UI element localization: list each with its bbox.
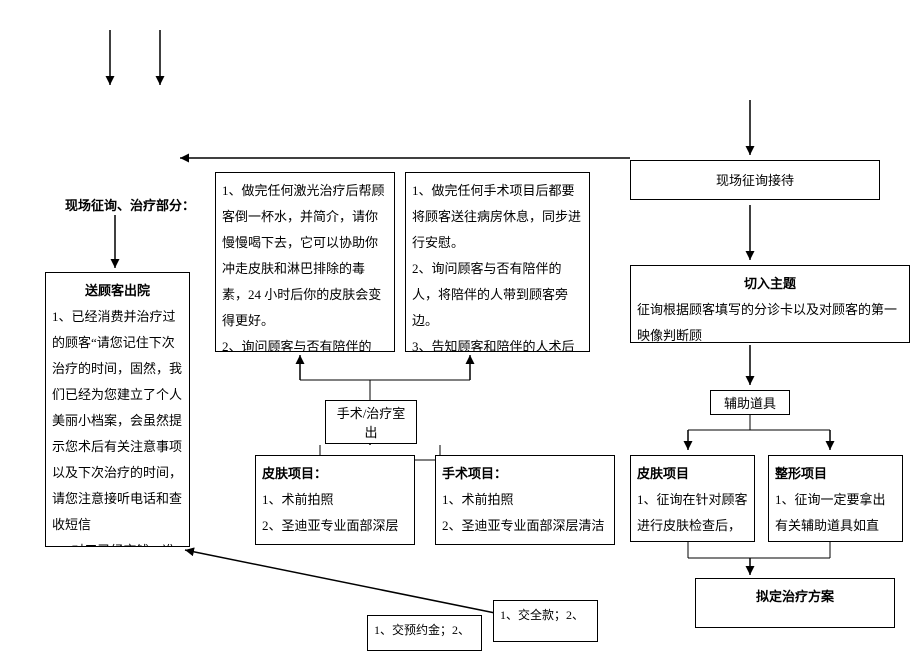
surgery-project-box: 手术项目： 1、术前拍照 2、圣迪亚专业面部深层清洁（面部手 [435, 455, 615, 545]
skin-project-l1: 1、术前拍照 [262, 487, 408, 513]
aux-tools-label: 辅助道具 [724, 396, 776, 411]
laser-text-2: 2、询问顾客与否有陪伴的人，将顾客带到陪伴的人旁边。 [222, 334, 388, 352]
skin-project2-box: 皮肤项目 1、征询在针对顾客进行皮肤检查后，一定要让顾客接受 [630, 455, 755, 542]
laser-aftercare-box: 1、做完任何激光治疗后帮顾客倒一杯水，并简介，请你慢慢喝下去，它可以协助你冲走皮… [215, 172, 395, 352]
skin-project2-title: 皮肤项目 [637, 461, 748, 487]
surgery-room-label-box: 手术/治疗室出 [325, 400, 417, 444]
topic-body: 征询根据顾客填写的分诊卡以及对顾客的第一映像判断顾 [637, 297, 903, 343]
discharge-title: 送顾客出院 [52, 278, 183, 304]
topic-box: 切入主题 征询根据顾客填写的分诊卡以及对顾客的第一映像判断顾 [630, 265, 910, 343]
pay-deposit-text: 1、交预约金；2、 [374, 623, 470, 637]
skin-project-box: 皮肤项目： 1、术前拍照 2、圣迪亚专业面部深层清洁 [255, 455, 415, 545]
surgery-project-l1: 1、术前拍照 [442, 487, 608, 513]
plastic-project-box: 整形项目 1、征询一定要拿出有关辅助道具如直尺、卷尺、体重秤 [768, 455, 903, 542]
treatment-plan-box: 拟定治疗方案 [695, 578, 895, 628]
plastic-project-title: 整形项目 [775, 461, 896, 487]
laser-text-1: 1、做完任何激光治疗后帮顾客倒一杯水，并简介，请你慢慢喝下去，它可以协助你冲走皮… [222, 178, 388, 334]
surgery-text-2: 2、询问顾客与否有陪伴的人，将陪伴的人带到顾客旁边。 [412, 256, 583, 334]
pay-full-text: 1、交全款；2、 [500, 608, 584, 622]
skin-project-l2: 2、圣迪亚专业面部深层清洁 [262, 513, 408, 545]
surgery-room-label: 手术/治疗室出 [337, 406, 406, 440]
discharge-text-2: 2、对于已经交钱，准备过几天接受治疗的顾客：告知顾客术前需 [52, 538, 183, 547]
pay-full-box: 1、交全款；2、 [493, 600, 598, 642]
surgery-project-title: 手术项目： [442, 461, 608, 487]
surgery-project-l2: 2、圣迪亚专业面部深层清洁（面部手 [442, 513, 608, 545]
discharge-box: 送顾客出院 1、已经消费并治疗过的顾客“请您记住下次治疗的时间，固然，我们已经为… [45, 272, 190, 547]
discharge-text-1: 1、已经消费并治疗过的顾客“请您记住下次治疗的时间，固然，我们已经为您建立了个人… [52, 304, 183, 538]
pay-deposit-box: 1、交预约金；2、 [367, 615, 482, 651]
surgery-aftercare-box: 1、做完任何手术项目后都要将顾客送往病房休息，同步进行安慰。 2、询问顾客与否有… [405, 172, 590, 352]
section-title: 现场征询、治疗部分： [65, 195, 195, 214]
treatment-plan-title: 拟定治疗方案 [702, 584, 888, 610]
plastic-project-body: 1、征询一定要拿出有关辅助道具如直尺、卷尺、体重秤 [775, 487, 896, 542]
skin-project-title: 皮肤项目： [262, 461, 408, 487]
surgery-text-3: 3、告知顾客和陪伴的人术后注意事项。 [412, 334, 583, 352]
aux-tools-box: 辅助道具 [710, 390, 790, 415]
reception-box: 现场征询接待 [630, 160, 880, 200]
surgery-text-1: 1、做完任何手术项目后都要将顾客送往病房休息，同步进行安慰。 [412, 178, 583, 256]
skin-project2-body: 1、征询在针对顾客进行皮肤检查后，一定要让顾客接受 [637, 487, 748, 542]
topic-title: 切入主题 [637, 271, 903, 297]
reception-label: 现场征询接待 [716, 173, 794, 188]
